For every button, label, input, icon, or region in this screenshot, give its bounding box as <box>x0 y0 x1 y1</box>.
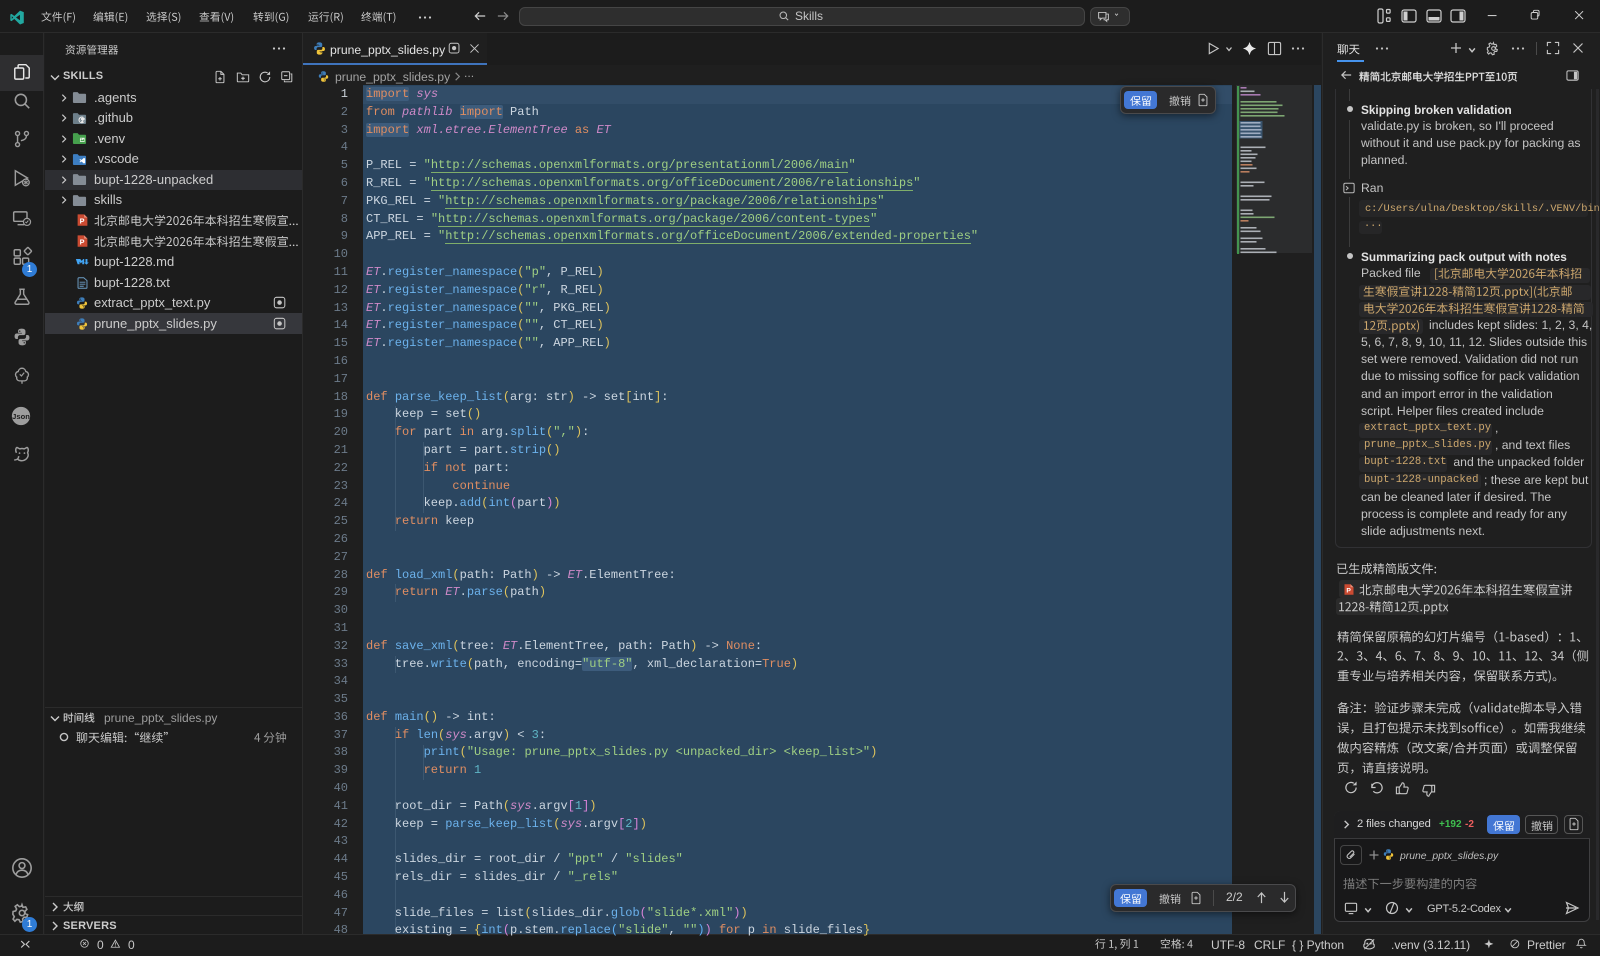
svg-text:Json: Json <box>12 412 30 421</box>
svg-text:P: P <box>80 237 85 246</box>
svg-text:P: P <box>80 217 85 226</box>
svg-text:P: P <box>1346 587 1351 594</box>
